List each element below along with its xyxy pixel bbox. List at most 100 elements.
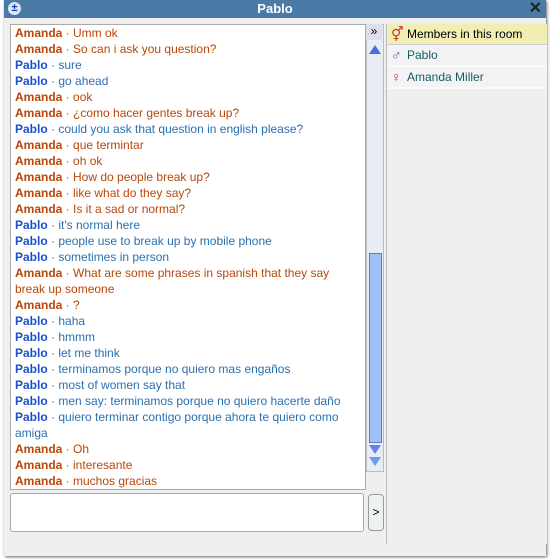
message-text: oh ok [73, 154, 103, 168]
separator: · [47, 250, 59, 264]
chat-message: Pablo · haha [11, 313, 365, 329]
message-text: sure [58, 58, 82, 72]
chat-message: Amanda · que termintar [11, 137, 365, 153]
male-icon: ♂ [391, 47, 402, 63]
separator: · [47, 362, 59, 376]
chat-message: Pablo · could you ask that question in e… [11, 121, 365, 137]
sender-name: Pablo [15, 394, 48, 408]
separator: · [47, 346, 59, 360]
window-title: Pablo [257, 1, 293, 16]
message-text: muchos gracias [73, 474, 158, 488]
sender-name: Pablo [15, 234, 48, 248]
separator: · [47, 122, 59, 136]
chat-message: Amanda · interesante [11, 457, 365, 473]
expand-button[interactable]: » [366, 24, 382, 40]
message-text: Umm ok [73, 26, 118, 40]
separator: · [62, 154, 74, 168]
sender-name: Amanda [15, 26, 63, 40]
message-text: interesante [73, 458, 133, 472]
chat-window: ± Pablo ✕ Amanda · Umm ok Amanda · So can… [4, 0, 547, 556]
scrollbar[interactable] [366, 24, 384, 472]
message-text: most of women say that [58, 378, 186, 392]
separator: · [47, 330, 59, 344]
separator: · [62, 186, 74, 200]
sender-name: Pablo [15, 74, 48, 88]
chat-message: Amanda · So can i ask you question? [11, 41, 365, 57]
chat-message: Amanda · oh ok [11, 153, 365, 169]
scrollbar-thumb[interactable] [369, 253, 382, 443]
message-text: How do people break up? [73, 170, 210, 184]
separator: · [62, 42, 74, 56]
separator: · [62, 106, 74, 120]
member-item[interactable]: ♂ Pablo [387, 45, 547, 67]
chat-message: Pablo · most of women say that [11, 377, 365, 393]
separator: · [47, 58, 59, 72]
chat-message: Amanda · muchos gracias [11, 473, 365, 489]
message-text: could you ask that question in english p… [58, 122, 304, 136]
scroll-down-icon[interactable] [369, 445, 381, 454]
chat-message: Amanda · How do people break up? [11, 169, 365, 185]
members-header-label: Members in this room [407, 27, 523, 41]
chat-message: Amanda · Umm ok [11, 25, 365, 41]
separator: · [62, 458, 74, 472]
message-text: go ahead [58, 74, 109, 88]
sender-name: Amanda [15, 186, 63, 200]
add-icon[interactable]: ± [8, 2, 21, 15]
chat-message: Amanda · What are some phrases in spanis… [11, 265, 365, 297]
separator: · [47, 74, 59, 88]
separator: · [47, 314, 59, 328]
message-text: haha [58, 314, 86, 328]
sender-name: Amanda [15, 154, 63, 168]
sender-name: Pablo [15, 346, 48, 360]
sender-name: Amanda [15, 458, 63, 472]
message-text: terminamos porque no quiero mas engaños [58, 362, 291, 376]
message-text: que termintar [73, 138, 144, 152]
sender-name: Amanda [15, 266, 63, 280]
sender-name: Amanda [15, 170, 63, 184]
separator: · [62, 202, 74, 216]
sender-name: Pablo [15, 362, 48, 376]
message-input[interactable] [10, 493, 364, 532]
close-icon[interactable]: ✕ [529, 0, 542, 18]
separator: · [47, 394, 59, 408]
members-icon: ⚥ [391, 26, 404, 42]
member-item[interactable]: ♀ Amanda Miller [387, 67, 547, 89]
separator: · [47, 410, 59, 424]
sender-name: Pablo [15, 314, 48, 328]
chat-message: Pablo · quiero terminar contigo porque a… [11, 409, 365, 441]
chat-message: Pablo · sure [11, 57, 365, 73]
members-panel: ⚥ Members in this room ♂ Pablo ♀ Amanda Mil… [386, 24, 547, 544]
chat-message: Amanda · ¿como hacer gentes break up? [11, 105, 365, 121]
scroll-up-icon[interactable] [369, 45, 381, 54]
chat-message: Pablo · let me think [11, 345, 365, 361]
message-text: like what do they say? [73, 186, 192, 200]
separator: · [62, 474, 74, 488]
sender-name: Pablo [15, 58, 48, 72]
send-button[interactable]: > [368, 494, 384, 531]
chat-message: Pablo · it's normal here [11, 217, 365, 233]
sender-name: Pablo [15, 122, 48, 136]
sender-name: Amanda [15, 442, 63, 456]
message-text: ¿como hacer gentes break up? [73, 106, 240, 120]
chat-message: Pablo · go ahead [11, 73, 365, 89]
chat-message: Amanda · like what do they say? [11, 185, 365, 201]
message-text: men say: terminamos porque no quiero hac… [58, 394, 341, 408]
scroll-bottom-icon[interactable] [369, 457, 381, 466]
sender-name: Amanda [15, 474, 63, 488]
sender-name: Pablo [15, 410, 48, 424]
message-text: let me think [58, 346, 120, 360]
separator: · [62, 90, 74, 104]
sender-name: Amanda [15, 106, 63, 120]
separator: · [62, 298, 74, 312]
chat-message: Amanda · ook [11, 89, 365, 105]
sender-name: Pablo [15, 330, 48, 344]
separator: · [47, 378, 59, 392]
sender-name: Amanda [15, 298, 63, 312]
separator: · [47, 234, 59, 248]
message-text: Is it a sad or normal? [73, 202, 186, 216]
message-text: people use to break up by mobile phone [58, 234, 272, 248]
message-text: ? [73, 298, 80, 312]
chat-message: Pablo · terminamos porque no quiero mas … [11, 361, 365, 377]
female-icon: ♀ [391, 69, 402, 85]
separator: · [47, 218, 59, 232]
